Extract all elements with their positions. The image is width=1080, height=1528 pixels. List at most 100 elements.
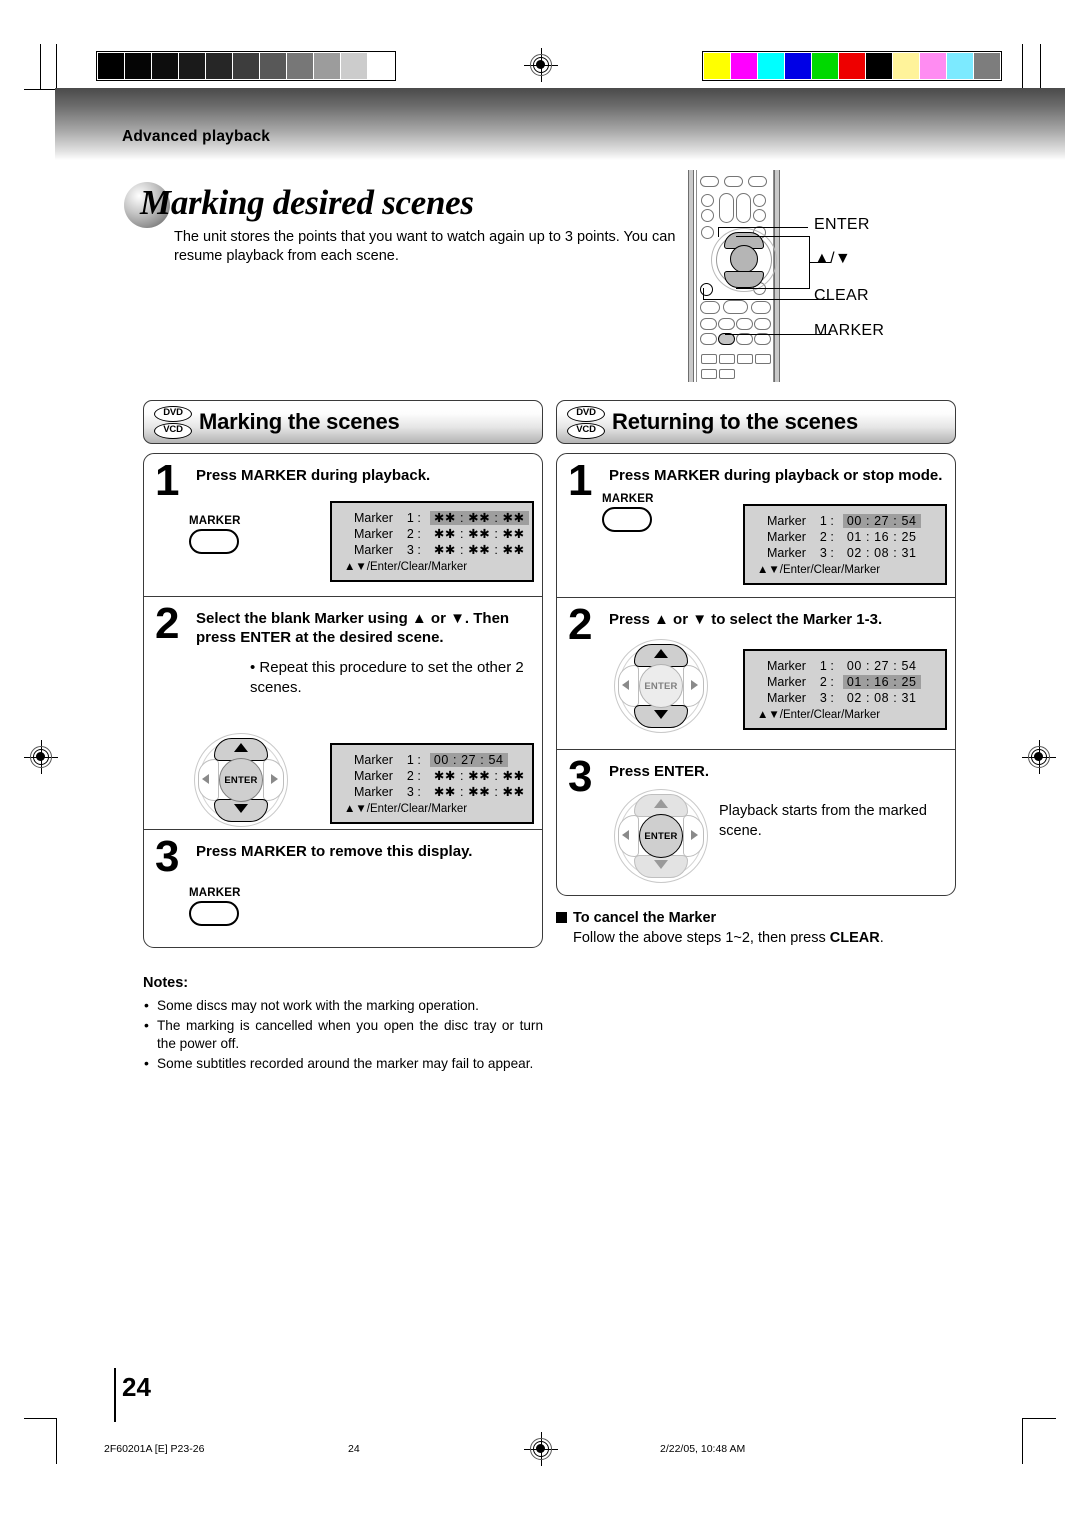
trim-mark-bottom-left-h [24, 1418, 56, 1419]
registration-target-right [1022, 740, 1056, 774]
color-swatch-row [702, 51, 1002, 81]
step-item: 2 Press ▲ or ▼ to select the Marker 1-3.… [557, 597, 955, 749]
disc-badges: DVD VCD [567, 405, 605, 439]
osd-row-value: ✱✱ : ✱✱ : ✱✱ [433, 543, 525, 557]
leader-line-enter-v [718, 227, 720, 237]
cancel-marker-block: To cancel the Marker Follow the above st… [556, 910, 956, 946]
trim-mark-left-h [24, 89, 56, 90]
step-item: 2 Select the blank Marker using ▲ or ▼. … [144, 596, 542, 829]
step-item: 1 Press MARKER during playback. MARKER M… [144, 454, 542, 596]
osd-footer-hint: ▲▼/Enter/Clear/Marker [757, 709, 881, 721]
callout-marker: MARKER [814, 322, 885, 339]
osd-row-index: 1 : [406, 511, 421, 525]
callout-enter: ENTER [814, 216, 870, 233]
step-subtext: • Repeat this procedure to set the other… [250, 659, 524, 696]
marker-key-button [189, 901, 239, 926]
osd-display: Marker 1 : ✱✱ : ✱✱ : ✱✱ Marker 2 : ✱✱ : … [330, 501, 534, 582]
osd-row-value: ✱✱ : ✱✱ : ✱✱ [433, 785, 525, 799]
osd-row-index: 2 : [819, 675, 834, 689]
gray-swatch-0 [98, 53, 124, 79]
remote-key [700, 333, 717, 345]
osd-row-label: Marker [354, 785, 393, 799]
osd-row: Marker 3 : 02 : 08 : 31 [767, 690, 921, 706]
remote-key [719, 369, 735, 379]
leader-line-clear [703, 299, 831, 301]
gray-swatch-8 [314, 53, 340, 79]
gray-swatch-5 [233, 53, 259, 79]
disc-badges: DVD VCD [154, 405, 192, 439]
remote-key [736, 193, 751, 223]
left-triangle-icon [622, 830, 629, 840]
cancel-marker-text: Follow the above steps 1~2, then press C… [573, 930, 884, 946]
gray-swatch-2 [152, 53, 178, 79]
step-heading: Press ENTER. [609, 763, 710, 780]
step-item: 3 Press MARKER to remove this display. M… [144, 829, 542, 947]
osd-row-index: 3 : [819, 546, 834, 560]
gray-swatch-10 [368, 53, 394, 79]
section-title: Returning to the scenes [612, 409, 858, 434]
enter-button-label: ENTER [639, 814, 683, 858]
osd-row: Marker 2 : 01 : 16 : 25 [767, 529, 921, 545]
osd-display: Marker 1 : 00 : 27 : 54 Marker 2 : 01 : … [743, 649, 947, 730]
step-heading: Press MARKER during playback. [196, 467, 431, 484]
callout-clear: CLEAR [814, 287, 869, 304]
page-title: Marking desired scenes [140, 183, 474, 222]
steps-panel-marking: 1 Press MARKER during playback. MARKER M… [143, 453, 543, 948]
section-header-returning: DVD VCD Returning to the scenes [556, 400, 956, 444]
trim-mark-left-inner [56, 44, 57, 90]
step-number: 3 [155, 832, 180, 881]
marker-key-graphic: MARKER [189, 515, 241, 554]
section-returning-to-the-scenes: DVD VCD Returning to the scenes 1 Press … [556, 400, 956, 946]
osd-footer-hint: ▲▼/Enter/Clear/Marker [344, 803, 468, 815]
gray-swatch-7 [287, 53, 313, 79]
down-triangle-icon [654, 710, 668, 719]
dvd-badge: DVD [154, 405, 192, 422]
intro-paragraph: The unit stores the points that you want… [174, 229, 676, 264]
color-swatch-2 [758, 53, 784, 79]
trim-mark-bottom-right-v [1022, 1418, 1023, 1464]
osd-row-label: Marker [767, 659, 806, 673]
osd-row-index: 1 : [406, 753, 421, 767]
osd-row-label: Marker [354, 543, 393, 557]
osd-row-index: 2 : [406, 527, 421, 541]
right-triangle-icon [271, 774, 278, 784]
osd-display: Marker 1 : 00 : 27 : 54 Marker 2 : ✱✱ : … [330, 743, 534, 824]
step-heading: Press MARKER during playback or stop mod… [609, 467, 943, 484]
registration-target-bottom [524, 1432, 558, 1466]
osd-row-value: 00 : 27 : 54 [842, 513, 921, 529]
remote-key [700, 176, 719, 187]
remote-key [700, 301, 720, 314]
marker-key-button [189, 529, 239, 554]
osd-row-index: 2 : [406, 769, 421, 783]
leader-line-updown-box-t [736, 236, 810, 238]
footer-timestamp: 2/22/05, 10:48 AM [660, 1443, 746, 1455]
osd-marker-table: Marker 1 : 00 : 27 : 54 Marker 2 : 01 : … [767, 513, 921, 561]
notes-block: Notes: Some discs may not work with the … [143, 975, 543, 1074]
osd-row-index: 1 : [819, 659, 834, 673]
step-number: 2 [155, 599, 180, 648]
osd-row-value: 00 : 27 : 54 [429, 752, 529, 768]
remote-key [748, 176, 767, 187]
color-swatch-6 [866, 53, 892, 79]
trim-mark-left-outer [40, 44, 41, 90]
note-item: Some subtitles recorded around the marke… [143, 1054, 543, 1074]
remote-key [754, 318, 771, 330]
section-header-marking: DVD VCD Marking the scenes [143, 400, 543, 444]
osd-marker-table: Marker 1 : 00 : 27 : 54 Marker 2 : ✱✱ : … [354, 752, 529, 800]
osd-row-index: 3 : [406, 543, 421, 557]
osd-row: Marker 1 : ✱✱ : ✱✱ : ✱✱ [354, 510, 529, 526]
osd-row-value: ✱✱ : ✱✱ : ✱✱ [433, 769, 525, 783]
step-heading: Press ▲ or ▼ to select the Marker 1-3. [609, 611, 883, 628]
remote-key [753, 209, 766, 222]
color-swatch-8 [920, 53, 946, 79]
osd-footer-hint: ▲▼/Enter/Clear/Marker [344, 561, 468, 573]
step-item: 1 Press MARKER during playback or stop m… [557, 454, 955, 597]
osd-row-label: Marker [767, 530, 806, 544]
osd-row-index: 3 : [406, 785, 421, 799]
remote-faceplate [696, 170, 777, 382]
color-swatch-4 [812, 53, 838, 79]
color-swatch-7 [893, 53, 919, 79]
callout-updown: ▲/▼ [814, 250, 852, 267]
footer-filename: 2F60201A [E] P23-26 [104, 1443, 205, 1455]
cancel-marker-title: To cancel the Marker [556, 910, 956, 926]
